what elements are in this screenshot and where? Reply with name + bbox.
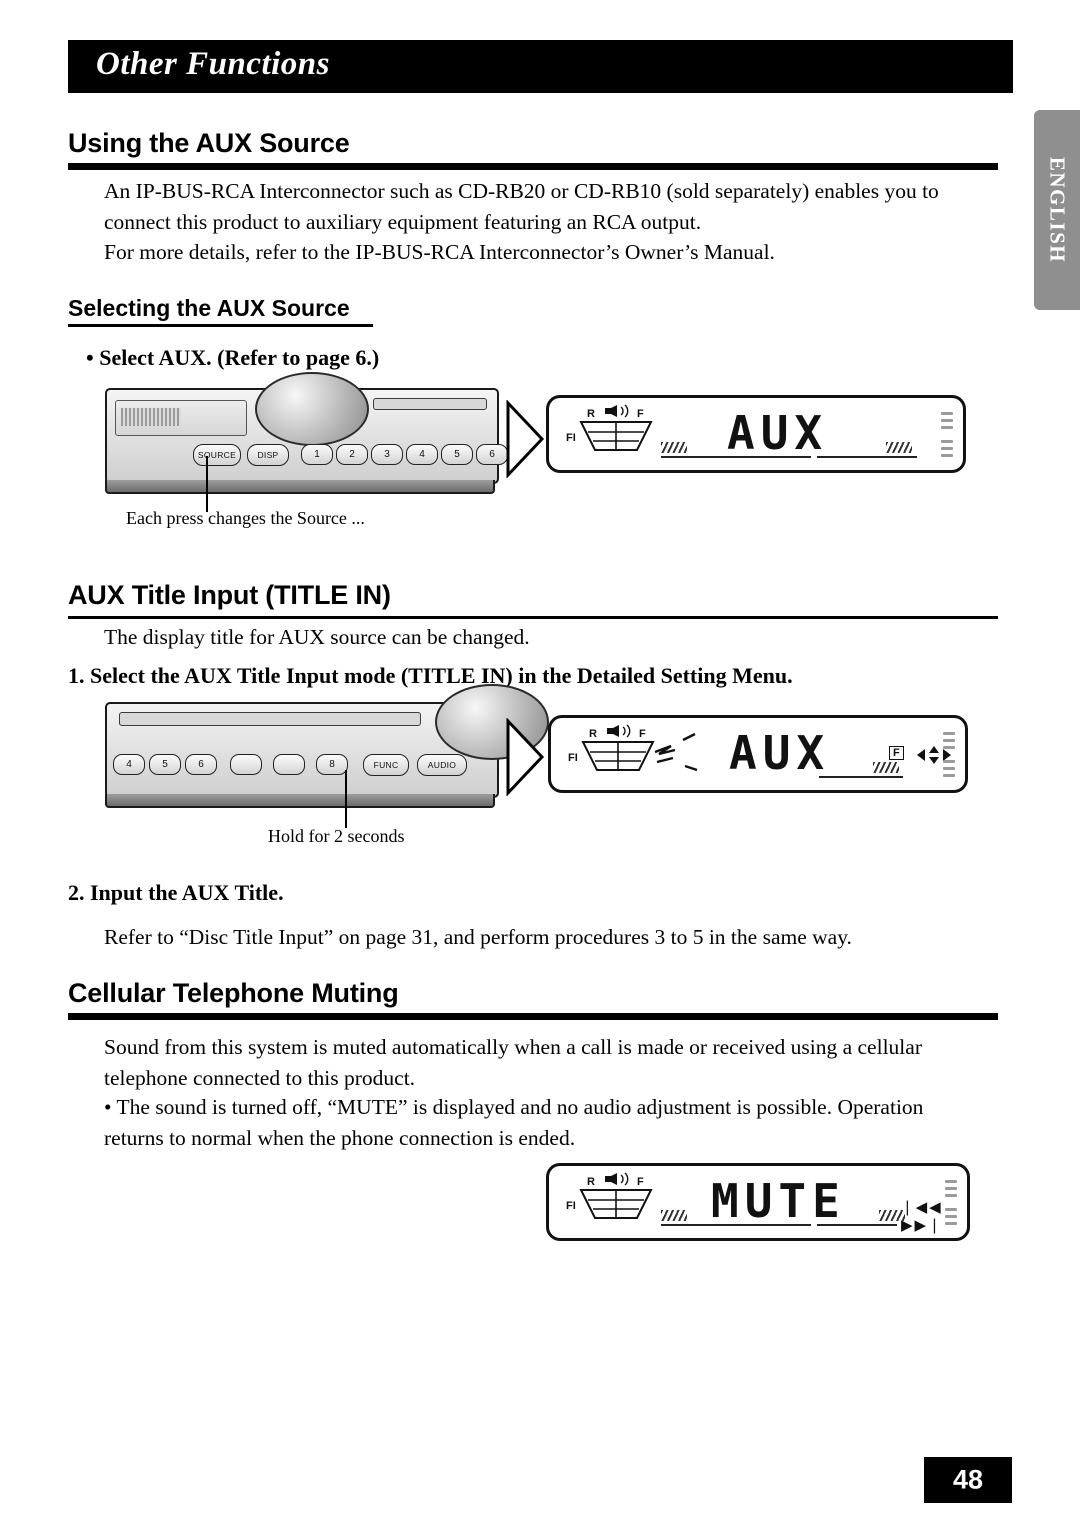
section-heading-using-aux-source: Using the AUX Source: [68, 128, 998, 170]
speaker-icon: [607, 724, 631, 738]
display-indicator-r: R: [589, 728, 597, 740]
blink-icon: [654, 732, 698, 772]
display-hatch-right: [873, 762, 899, 773]
display-mute: FI R F MUTE ❘◀◀ ▶▶❘: [546, 1163, 970, 1241]
arrow-icon: [506, 399, 545, 479]
unit-preset-6[interactable]: 6: [476, 444, 508, 465]
level-meter-icon: [579, 421, 653, 451]
unit-base: [105, 480, 495, 494]
arrow-icon: [506, 717, 545, 797]
display-aux-1: FI R F AUX: [546, 395, 966, 473]
unit-volume-dial: [255, 372, 369, 446]
unit-preset-1[interactable]: 1: [301, 444, 333, 465]
display-indicator-fi: FI: [566, 1200, 576, 1212]
display-indicator-f: F: [637, 1176, 644, 1188]
page-title-bar: Other Functions: [68, 40, 1013, 93]
display-underline-right: [817, 456, 917, 458]
subheading-selecting-aux-source: Selecting the AUX Source: [68, 295, 373, 327]
unit-disc-slot: [373, 398, 487, 410]
figure-head-unit-top: SOURCE DISP 1 2 3 4 5 6: [105, 372, 508, 498]
page-title: Other Functions: [96, 46, 330, 82]
subheading-rule: [68, 324, 373, 327]
caption-hold-2-seconds: Hold for 2 seconds: [268, 826, 405, 846]
unit-disc-slot: [119, 712, 421, 726]
level-meter-icon: [579, 1189, 653, 1219]
display-side-bars: [945, 1180, 957, 1226]
language-tab-label: ENGLISH: [1045, 156, 1070, 264]
manual-page: Other Functions ENGLISH Using the AUX So…: [0, 0, 1080, 1533]
step-2-input-aux-title: 2. Input the AUX Title.: [68, 880, 284, 905]
heading-rule: [68, 1013, 998, 1020]
display-aux-2: FI R F AUX F: [548, 715, 968, 793]
figure-arrow-middle: [505, 717, 545, 801]
page-number: 48: [952, 1464, 984, 1495]
unit-button-disp[interactable]: DISP: [247, 444, 289, 466]
display-pad-letter: F: [889, 746, 904, 760]
leader-line-top: [206, 456, 208, 512]
display-track-icons: ❘◀◀ ▶▶❘: [901, 1198, 943, 1234]
subheading-text: Selecting the AUX Source: [68, 295, 350, 321]
display-side-bars: [943, 732, 955, 778]
speaker-icon: [605, 404, 629, 418]
unit-preset-blank-2[interactable]: [273, 754, 305, 775]
display-indicator-f: F: [639, 728, 646, 740]
figure-head-unit-middle: 4 5 6 8 FUNC AUDIO: [105, 684, 549, 812]
page-number-box: 48: [924, 1457, 1012, 1503]
display-main-text: MUTE: [711, 1174, 846, 1228]
display-indicator-fi: FI: [566, 432, 576, 444]
unit-button-source[interactable]: SOURCE: [193, 444, 241, 466]
display-side-bars: [941, 412, 953, 458]
heading-text: Using the AUX Source: [68, 128, 350, 158]
language-tab: ENGLISH: [1034, 110, 1080, 310]
unit-button-func[interactable]: FUNC: [363, 754, 409, 776]
display-hatch-left: [661, 442, 687, 453]
paragraph-muting-1: Sound from this system is muted automati…: [104, 1035, 922, 1090]
bullet-select-aux: • Select AUX. (Refer to page 6.): [86, 345, 380, 370]
paragraph-aux-title: The display title for AUX source can be …: [104, 625, 530, 649]
leader-line-middle: [345, 770, 347, 828]
heading-text: AUX Title Input (TITLE IN): [68, 580, 391, 610]
unit-preset-5[interactable]: 5: [441, 444, 473, 465]
level-meter-icon: [581, 741, 655, 771]
unit-button-audio[interactable]: AUDIO: [417, 754, 467, 776]
display-indicator-fi: FI: [568, 752, 578, 764]
section-heading-aux-title-input: AUX Title Input (TITLE IN): [68, 580, 998, 619]
unit-preset-3[interactable]: 3: [371, 444, 403, 465]
unit-base: [105, 794, 495, 808]
heading-rule: [68, 163, 998, 170]
unit-preset-2[interactable]: 2: [336, 444, 368, 465]
unit-preset-4[interactable]: 4: [113, 754, 145, 775]
unit-preset-6[interactable]: 6: [185, 754, 217, 775]
figure-arrow-top: [505, 399, 545, 483]
paragraph-muting-bullet: • The sound is turned off, “MUTE” is dis…: [104, 1095, 924, 1150]
caption-each-press: Each press changes the Source ...: [126, 508, 365, 528]
display-indicator-r: R: [587, 408, 595, 420]
unit-preset-5[interactable]: 5: [149, 754, 181, 775]
unit-preset-4[interactable]: 4: [406, 444, 438, 465]
step-2-body: Refer to “Disc Title Input” on page 31, …: [104, 925, 852, 949]
display-main-text: AUX: [727, 406, 829, 460]
paragraph-aux-more-details: For more details, refer to the IP-BUS-RC…: [104, 240, 775, 264]
speaker-icon: [605, 1172, 629, 1186]
section-heading-cellular-muting: Cellular Telephone Muting: [68, 978, 998, 1020]
display-indicator-f: F: [637, 408, 644, 420]
display-underline-right: [817, 1224, 897, 1226]
display-main-text: AUX: [729, 726, 831, 780]
heading-rule: [68, 616, 998, 619]
step-1-select-title-in: 1. Select the AUX Title Input mode (TITL…: [68, 663, 793, 688]
display-hatch-left: [661, 1210, 687, 1221]
unit-preset-blank-1[interactable]: [230, 754, 262, 775]
display-hatch-right: [886, 442, 912, 453]
unit-display-hatch: [121, 408, 181, 426]
unit-preset-8[interactable]: 8: [316, 754, 348, 775]
display-indicator-r: R: [587, 1176, 595, 1188]
paragraph-aux-interconnector: An IP-BUS-RCA Interconnector such as CD-…: [104, 179, 939, 234]
heading-text: Cellular Telephone Muting: [68, 978, 399, 1008]
display-underline-right: [819, 776, 903, 778]
